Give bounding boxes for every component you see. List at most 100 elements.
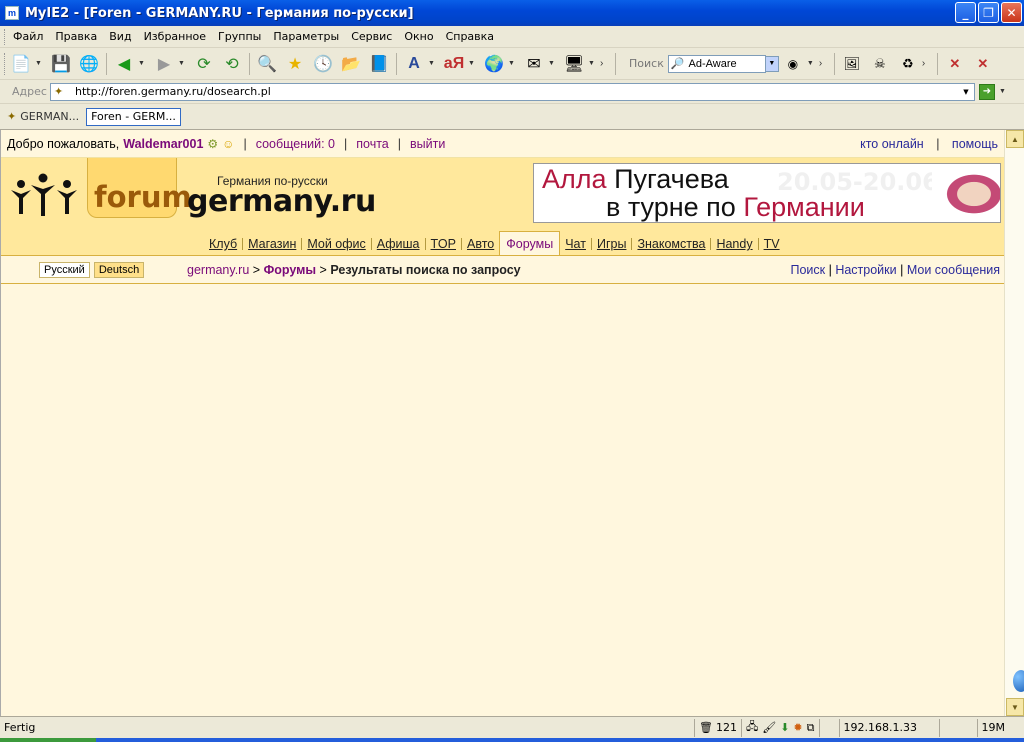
menu-favorites[interactable]: Избранное xyxy=(138,30,212,43)
chevron-right-icon[interactable]: › xyxy=(922,58,930,69)
search-dropdown-button[interactable]: ▼ xyxy=(764,55,779,72)
settings-link[interactable]: Настройки xyxy=(835,263,896,277)
mail-icon[interactable]: ✉ xyxy=(522,52,546,76)
chevron-down-icon[interactable]: ▼ xyxy=(35,60,43,67)
username-link[interactable]: Waldemar001 xyxy=(123,137,203,151)
web-globe-icon[interactable]: 🌍 xyxy=(482,52,506,76)
chevron-down-icon[interactable]: ▼ xyxy=(428,60,436,67)
tab-germany[interactable]: ✦ GERMAN... xyxy=(3,108,83,126)
nav-top[interactable]: TOP xyxy=(431,233,456,255)
who-online-link[interactable]: кто онлайн xyxy=(860,137,924,151)
refresh-icon[interactable]: ⟳ xyxy=(192,52,216,76)
popup-icon[interactable]: ⧉ xyxy=(807,721,815,735)
mail-link[interactable]: почта xyxy=(356,137,389,151)
save-icon[interactable]: 💾 xyxy=(49,52,73,76)
people-logo-icon[interactable] xyxy=(9,172,81,218)
chevron-down-icon[interactable]: ▼ xyxy=(548,60,556,67)
search-go-icon[interactable]: ◉ xyxy=(781,52,805,76)
recycle-icon[interactable]: ♻ xyxy=(896,52,920,76)
search-icon[interactable]: 🔍 xyxy=(255,52,279,76)
nav-forums[interactable]: Форумы xyxy=(499,231,561,255)
chevron-right-icon[interactable]: › xyxy=(600,58,608,69)
proxy-icon[interactable]: 🖥 xyxy=(562,52,586,76)
nav-club[interactable]: Клуб xyxy=(209,233,237,255)
download-icon[interactable]: ⬇ xyxy=(780,721,789,734)
address-input[interactable]: ✦ http://foren.germany.ru/dosearch.pl ▼ xyxy=(50,82,975,101)
menu-groups[interactable]: Группы xyxy=(212,30,267,43)
crumb-site[interactable]: germany.ru xyxy=(187,263,249,277)
vertical-scrollbar[interactable]: ▲ ▼ xyxy=(1004,130,1024,716)
menu-help[interactable]: Справка xyxy=(440,30,500,43)
disconnect-icon[interactable]: 🌐 xyxy=(77,52,101,76)
forum-logo[interactable]: forum xyxy=(94,180,192,214)
chevron-down-icon[interactable]: ▼ xyxy=(138,60,146,67)
chevron-down-icon[interactable]: ▼ xyxy=(508,60,516,67)
forward-icon[interactable]: ▶ xyxy=(152,52,176,76)
help-link[interactable]: помощь xyxy=(952,137,998,151)
ie-icon[interactable]: m xyxy=(5,6,19,20)
menu-file[interactable]: Файл xyxy=(7,30,49,43)
back-icon[interactable]: ◀ xyxy=(112,52,136,76)
close-button[interactable]: ✕ xyxy=(1001,2,1022,23)
chevron-down-icon[interactable]: ▼ xyxy=(958,88,974,96)
trash-icon[interactable]: 🗑 xyxy=(699,721,713,734)
brush-icon[interactable]: 🖌 xyxy=(762,721,776,734)
smiley-icon[interactable]: ☺ xyxy=(222,137,234,151)
menu-edit[interactable]: Правка xyxy=(49,30,103,43)
menu-view[interactable]: Вид xyxy=(103,30,137,43)
messages-link[interactable]: сообщений: 0 xyxy=(256,137,335,151)
my-messages-link[interactable]: Мои сообщения xyxy=(907,263,1000,277)
gear-icon[interactable]: ⚙ xyxy=(207,137,218,151)
minimize-button[interactable]: _ xyxy=(955,2,976,23)
nav-chat[interactable]: Чат xyxy=(565,233,586,255)
chevron-down-icon[interactable]: ▼ xyxy=(468,60,476,67)
nav-tv[interactable]: TV xyxy=(764,233,780,255)
chevron-down-icon[interactable]: ▼ xyxy=(178,60,186,67)
skull-icon[interactable]: ☠ xyxy=(868,52,892,76)
restore-button[interactable]: ❐ xyxy=(978,2,999,23)
favorites-star-icon[interactable]: ★ xyxy=(283,52,307,76)
nav-shop[interactable]: Магазин xyxy=(248,233,296,255)
breadcrumb: germany.ru > Форумы > Результаты поиска … xyxy=(187,263,521,277)
nav-auto[interactable]: Авто xyxy=(467,233,494,255)
close-all-icon[interactable]: ✕ xyxy=(971,52,995,76)
go-button[interactable]: ➜ xyxy=(979,83,995,100)
crumb-forums[interactable]: Форумы xyxy=(264,263,316,277)
logout-link[interactable]: выйти xyxy=(410,137,445,151)
chevron-down-icon[interactable]: ▼ xyxy=(588,60,596,67)
menu-options[interactable]: Параметры xyxy=(267,30,345,43)
tab-foren[interactable]: Foren - GERM... xyxy=(86,107,181,126)
nav-handy[interactable]: Handy xyxy=(716,233,752,255)
chevron-down-icon[interactable]: ▼ xyxy=(999,88,1007,95)
nav-dating[interactable]: Знакомства xyxy=(637,233,705,255)
menu-tools[interactable]: Сервис xyxy=(345,30,398,43)
picture-icon[interactable]: 🖼 xyxy=(840,52,864,76)
site-logo[interactable]: germany.ru xyxy=(187,184,376,219)
chevron-down-icon[interactable]: ▼ xyxy=(807,60,815,67)
close-tab-icon[interactable]: ✕ xyxy=(943,52,967,76)
toolbar-grip[interactable] xyxy=(4,52,7,75)
menu-window[interactable]: Окно xyxy=(398,30,439,43)
encoding-icon[interactable]: aЯ xyxy=(442,52,466,76)
search-link[interactable]: Поиск xyxy=(790,263,825,277)
new-page-icon[interactable]: 📄 xyxy=(9,52,33,76)
lang-russian-button[interactable]: Русский xyxy=(39,261,90,278)
refresh-all-icon[interactable]: ⟲ xyxy=(220,52,244,76)
start-button[interactable] xyxy=(0,738,96,742)
welcome-text: Добро пожаловать, xyxy=(7,136,120,151)
network-icon[interactable]: 🖧 xyxy=(746,718,758,737)
chevron-right-icon[interactable]: › xyxy=(819,58,827,69)
nav-my-office[interactable]: Мой офис xyxy=(307,233,365,255)
folder-icon[interactable]: 📂 xyxy=(339,52,363,76)
settings-icon[interactable]: ✹ xyxy=(793,721,802,734)
ad-banner[interactable]: Алла Пугачева 20.05-20.06 в турне по Гер… xyxy=(533,163,1001,223)
font-size-icon[interactable]: A xyxy=(402,52,426,76)
scroll-up-button[interactable]: ▲ xyxy=(1006,130,1024,148)
search-input[interactable]: 🔎 Ad-Aware xyxy=(667,54,766,73)
page-icon[interactable]: 📘 xyxy=(367,52,391,76)
nav-games[interactable]: Игры xyxy=(597,233,626,255)
lang-german-button[interactable]: Deutsch xyxy=(93,261,145,278)
nav-afisha[interactable]: Афиша xyxy=(377,233,420,255)
history-icon[interactable]: 🕓 xyxy=(311,52,335,76)
scroll-down-button[interactable]: ▼ xyxy=(1006,698,1024,716)
